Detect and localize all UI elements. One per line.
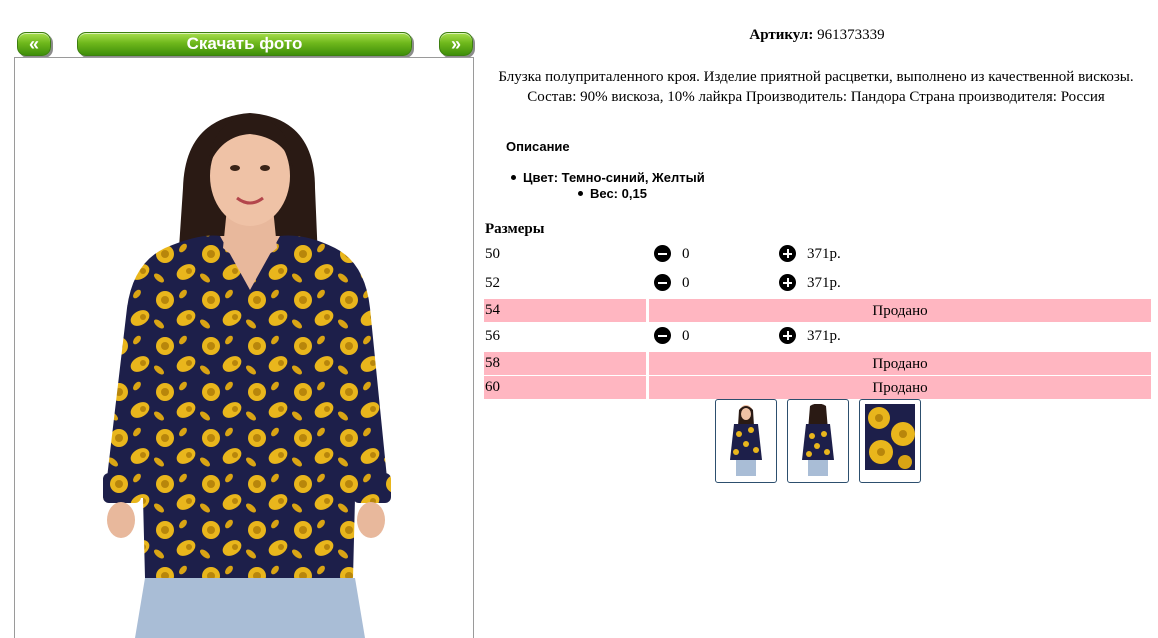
size-number: 60 — [485, 379, 500, 395]
minus-circle-icon[interactable] — [654, 327, 671, 344]
feature-color: Цвет: Темно-синий, Желтый — [511, 170, 705, 185]
product-description: Блузка полуприталенного кроя. Изделие пр… — [498, 69, 1134, 105]
thumbnail-fabric[interactable] — [859, 399, 921, 483]
size-cell: 60 — [484, 376, 646, 399]
size-number: 52 — [485, 275, 500, 291]
feature-weight: Вес: 0,15 — [578, 186, 647, 201]
next-photo-button[interactable]: » — [439, 32, 473, 56]
plus-circle-icon[interactable] — [779, 327, 796, 344]
size-row: 50 0 371р. — [484, 243, 1151, 266]
sold-status: Продано — [649, 376, 1151, 399]
sku-label: Артикул: — [749, 27, 814, 43]
size-number: 50 — [485, 246, 500, 262]
feature-color-text: Цвет: Темно-синий, Желтый — [523, 170, 705, 185]
details-title: Описание — [506, 139, 570, 154]
minus-circle-icon[interactable] — [654, 274, 671, 291]
size-number: 54 — [485, 302, 500, 318]
feature-weight-text: Вес: 0,15 — [590, 186, 647, 201]
price: 371р. — [807, 275, 841, 291]
size-cell: 54 — [484, 299, 646, 322]
download-photo-button[interactable]: Скачать фото — [77, 32, 412, 56]
quantity-value: 0 — [682, 275, 690, 291]
plus-circle-icon[interactable] — [779, 245, 796, 262]
prev-photo-button[interactable]: « — [17, 32, 51, 56]
size-row-sold: 60 Продано — [484, 376, 1151, 399]
size-row-sold: 58 Продано — [484, 352, 1151, 375]
sold-status: Продано — [649, 352, 1151, 375]
bullet-icon — [578, 191, 583, 197]
thumbnail-back[interactable] — [787, 399, 849, 483]
sku-value: 961373339 — [817, 27, 885, 43]
size-row: 56 0 371р. — [484, 325, 1151, 348]
bullet-icon — [511, 175, 516, 181]
product-photo — [14, 57, 474, 638]
size-number: 56 — [485, 328, 500, 344]
size-number: 58 — [485, 355, 500, 371]
plus-circle-icon[interactable] — [779, 274, 796, 291]
quantity-value: 0 — [682, 246, 690, 262]
sizes-title: Размеры — [485, 221, 545, 237]
sku-line: Артикул: 961373339 — [484, 27, 1150, 44]
quantity-value: 0 — [682, 328, 690, 344]
size-row: 52 0 371р. — [484, 272, 1151, 295]
price: 371р. — [807, 246, 841, 262]
size-cell: 58 — [484, 352, 646, 375]
price: 371р. — [807, 328, 841, 344]
minus-circle-icon[interactable] — [654, 245, 671, 262]
size-row-sold: 54 Продано — [484, 299, 1151, 322]
sold-status: Продано — [649, 299, 1151, 322]
thumbnail-front[interactable] — [715, 399, 777, 483]
